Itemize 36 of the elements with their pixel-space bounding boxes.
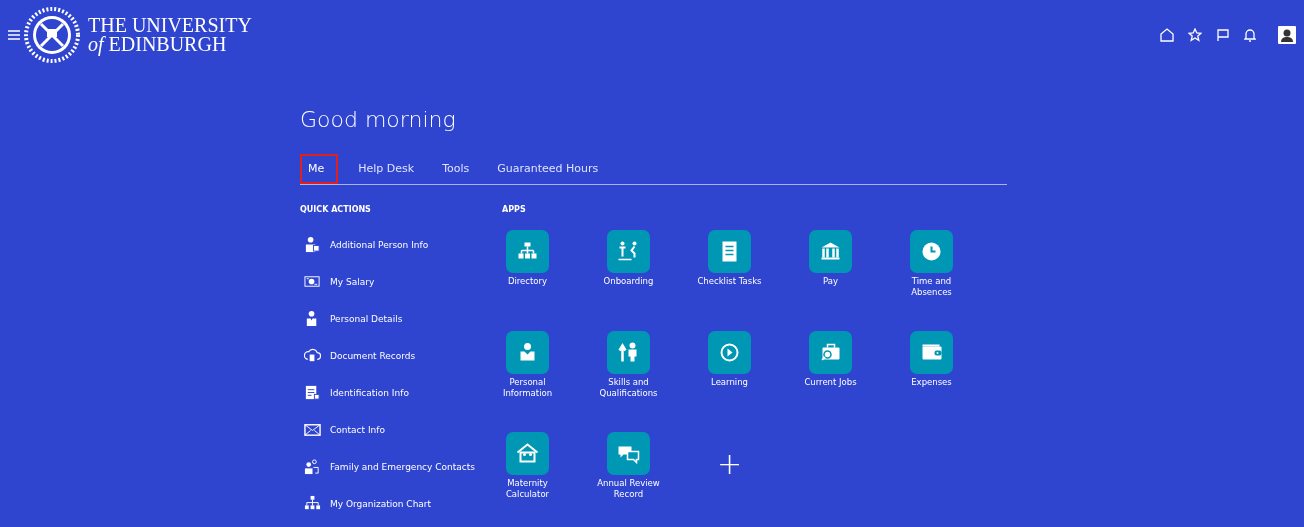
tab[interactable]: Guaranteed Hours (489, 154, 607, 184)
app-tile[interactable]: Checklist Tasks (679, 230, 780, 331)
tab[interactable]: Me (300, 154, 339, 184)
section-heading: APPS (502, 205, 527, 214)
house-icon (506, 432, 549, 475)
org-chart-icon (506, 230, 549, 273)
person-icon (506, 331, 549, 374)
briefcase-icon (809, 331, 852, 374)
add-button[interactable]: + (716, 448, 743, 480)
play-icon (708, 331, 751, 374)
chat-icon (607, 432, 650, 475)
app-tile[interactable]: Current Jobs (780, 331, 881, 432)
app-tile[interactable]: Expenses (881, 331, 982, 432)
app-tile[interactable]: Time and Absences (881, 230, 982, 331)
user-avatar[interactable] (1278, 26, 1296, 44)
star-icon[interactable] (1188, 28, 1202, 42)
bell-icon[interactable] (1244, 28, 1256, 42)
home-icon[interactable] (1160, 28, 1174, 42)
bank-icon (809, 230, 852, 273)
tab[interactable]: Help Desk (350, 154, 423, 184)
clock-icon (910, 230, 953, 273)
wallet-icon (910, 331, 953, 374)
checklist-icon (708, 230, 751, 273)
crest-icon (24, 7, 80, 63)
app-tile[interactable]: Skills and Qualifications (578, 331, 679, 432)
tab[interactable]: Tools (434, 154, 478, 184)
app-tile[interactable]: Pay (780, 230, 881, 331)
university-logo-text: THE UNIVERSITY of EDINBURGH (88, 16, 252, 54)
flag-icon[interactable] (1216, 28, 1230, 42)
app-tile[interactable]: Onboarding (578, 230, 679, 331)
people-icon (607, 230, 650, 273)
menu-icon[interactable] (8, 30, 20, 40)
section-heading: QUICK ACTIONS (300, 205, 372, 214)
greeting-heading: Good morning (300, 107, 457, 132)
app-tile[interactable]: Annual Review Record (578, 432, 679, 527)
app-tile[interactable]: Learning (679, 331, 780, 432)
